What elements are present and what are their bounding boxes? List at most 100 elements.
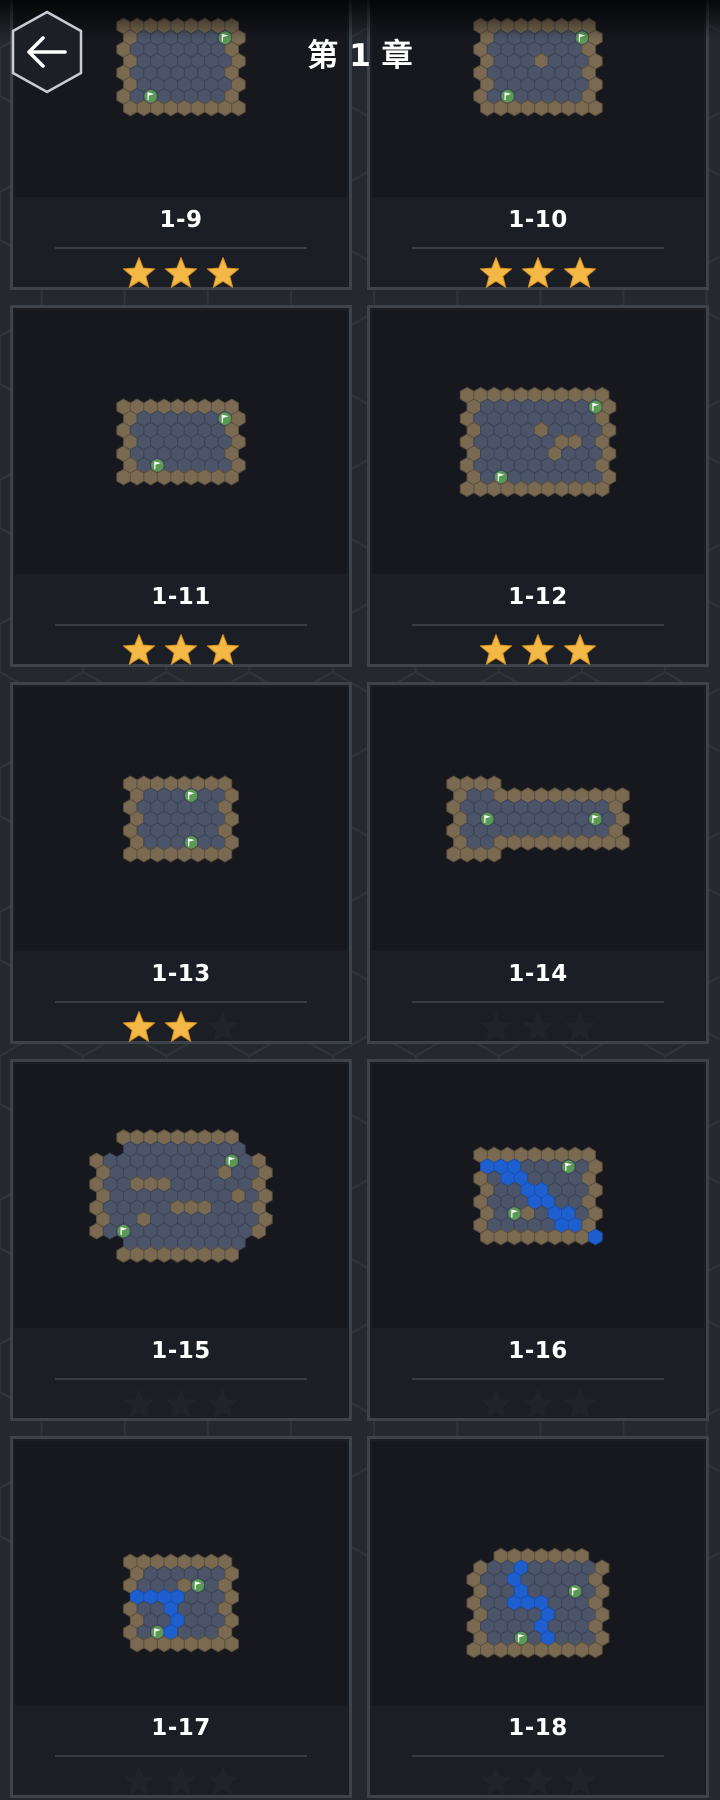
wall-tile — [197, 468, 212, 486]
star-empty-icon — [123, 1765, 155, 1796]
star-filled-icon — [164, 257, 198, 288]
wall-tile — [224, 468, 239, 486]
wall-tile — [480, 99, 495, 117]
flag-marker-icon — [184, 789, 198, 802]
level-map-preview — [372, 1064, 704, 1328]
wall-tile — [177, 99, 192, 117]
wall-tile — [520, 99, 536, 117]
wall-tile — [123, 99, 138, 117]
level-name: 1-13 — [151, 961, 211, 987]
wall-tile — [123, 845, 138, 863]
flag-marker-icon — [589, 812, 602, 826]
flag-marker-icon — [191, 1579, 205, 1592]
divider — [55, 624, 307, 626]
star-empty-icon — [522, 1011, 554, 1042]
level-card[interactable]: 1-14 — [367, 682, 709, 1044]
level-map-preview — [15, 1441, 347, 1705]
wall-tile — [574, 1228, 590, 1246]
level-card[interactable]: 1-13 — [10, 682, 352, 1044]
wall-tile — [527, 480, 542, 498]
level-card[interactable]: 1-11 — [10, 305, 352, 667]
wall-tile — [224, 1246, 239, 1263]
star-empty-icon — [480, 1011, 512, 1042]
wall-tile — [217, 845, 233, 863]
divider — [412, 247, 664, 249]
wall-tile — [534, 99, 549, 117]
wall-tile — [224, 1635, 239, 1653]
wall-tile — [561, 1641, 576, 1659]
wall-tile — [473, 480, 488, 498]
wall-tile — [459, 845, 475, 863]
wall-tile — [129, 1246, 145, 1263]
wall-tile — [170, 1635, 185, 1653]
wall-tile — [480, 1641, 495, 1659]
divider — [55, 1755, 307, 1757]
level-card[interactable]: 1-17 — [10, 1436, 352, 1798]
hex-map — [446, 775, 630, 863]
wall-tile — [143, 1246, 158, 1263]
wall-tile — [507, 1228, 522, 1246]
wall-tile — [520, 1228, 536, 1246]
wall-tile — [534, 1641, 549, 1659]
star-filled-icon — [479, 634, 513, 665]
flag-marker-icon — [508, 1207, 521, 1220]
wall-tile — [459, 480, 475, 498]
wall-tile — [480, 1228, 495, 1246]
star-empty-icon — [480, 1765, 512, 1796]
level-card[interactable]: 1-12 — [367, 305, 709, 667]
star-empty-icon — [207, 1011, 239, 1042]
level-map-preview — [372, 310, 704, 574]
level-map-preview — [15, 310, 347, 574]
level-name: 1-9 — [159, 207, 203, 233]
hex-map — [116, 398, 246, 486]
wall-tile — [547, 1228, 563, 1246]
wall-tile — [204, 99, 219, 117]
star-rating — [13, 256, 349, 292]
star-filled-icon — [563, 257, 597, 288]
star-filled-icon — [122, 257, 156, 288]
wall-tile — [507, 99, 522, 117]
level-map-preview — [15, 687, 347, 951]
wall-tile — [547, 834, 563, 851]
wall-tile — [156, 1635, 172, 1653]
floor-tile — [102, 1222, 118, 1240]
level-map-preview — [15, 1064, 347, 1328]
wall-tile — [554, 480, 569, 498]
level-name: 1-14 — [508, 961, 568, 987]
wall-tile — [574, 99, 590, 117]
wall-tile — [507, 834, 522, 851]
wall-tile — [588, 1641, 603, 1659]
hex-map — [123, 1553, 239, 1653]
divider — [412, 624, 664, 626]
divider — [412, 1378, 664, 1380]
flag-marker-icon — [225, 1154, 238, 1168]
wall-tile — [615, 834, 630, 851]
star-filled-icon — [206, 257, 240, 288]
star-rating — [370, 1764, 706, 1800]
wall-tile — [116, 1246, 131, 1263]
flag-marker-icon — [117, 1224, 130, 1238]
wall-tile — [197, 1635, 212, 1653]
wall-tile — [446, 845, 461, 863]
divider — [412, 1001, 664, 1003]
wall-tile — [520, 1641, 536, 1659]
wall-tile — [547, 1641, 563, 1659]
flag-marker-icon — [481, 812, 494, 826]
wall-tile — [486, 480, 502, 498]
star-empty-icon — [165, 1765, 197, 1796]
level-card[interactable]: 1-16 — [367, 1059, 709, 1421]
star-rating — [13, 1764, 349, 1800]
star-empty-icon — [564, 1011, 596, 1042]
wall-tile — [210, 468, 226, 486]
flag-marker-icon — [494, 470, 508, 484]
level-card[interactable]: 1-15 — [10, 1059, 352, 1421]
flag-marker-icon — [568, 1585, 582, 1598]
star-filled-icon — [122, 634, 156, 665]
wall-tile — [588, 834, 603, 851]
level-card[interactable]: 1-18 — [367, 1436, 709, 1798]
wall-tile — [500, 480, 515, 498]
wall-tile — [520, 834, 536, 851]
wall-tile — [217, 99, 233, 117]
flag-marker-icon — [562, 1160, 575, 1173]
star-filled-icon — [164, 1011, 198, 1042]
